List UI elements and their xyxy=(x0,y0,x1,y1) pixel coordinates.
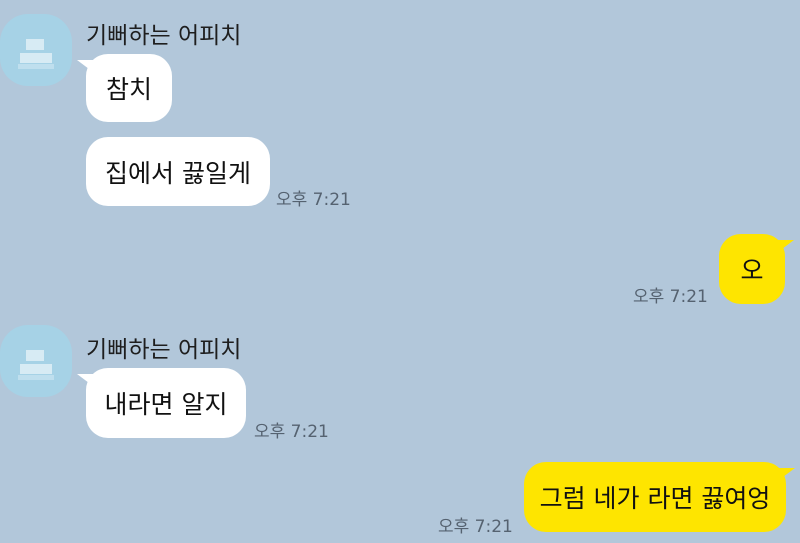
message-bubble[interactable]: 참치 xyxy=(77,54,172,122)
avatar[interactable] xyxy=(0,14,72,86)
avatar-pixel xyxy=(18,375,54,380)
sender-name: 기뻐하는 어피치 xyxy=(86,337,242,363)
avatar-pixel xyxy=(18,64,54,69)
message-time: 오후 7:21 xyxy=(438,517,513,537)
message-time: 오후 7:21 xyxy=(633,287,708,307)
avatar-pixel xyxy=(26,350,44,361)
avatar[interactable] xyxy=(0,325,72,397)
message-time: 오후 7:21 xyxy=(254,422,329,442)
avatar-pixel xyxy=(20,53,52,63)
avatar-pixel xyxy=(26,39,44,50)
message-bubble[interactable]: 집에서 끓일게 xyxy=(86,137,270,206)
my-message-bubble[interactable]: 오 xyxy=(719,234,794,304)
message-bubble[interactable]: 내라면 알지 xyxy=(77,368,246,438)
my-message-bubble[interactable]: 그럼 네가 라면 끓여엉 xyxy=(524,462,795,532)
message-time: 오후 7:21 xyxy=(276,190,351,210)
avatar-pixel xyxy=(20,364,52,374)
sender-name: 기뻐하는 어피치 xyxy=(86,23,242,49)
